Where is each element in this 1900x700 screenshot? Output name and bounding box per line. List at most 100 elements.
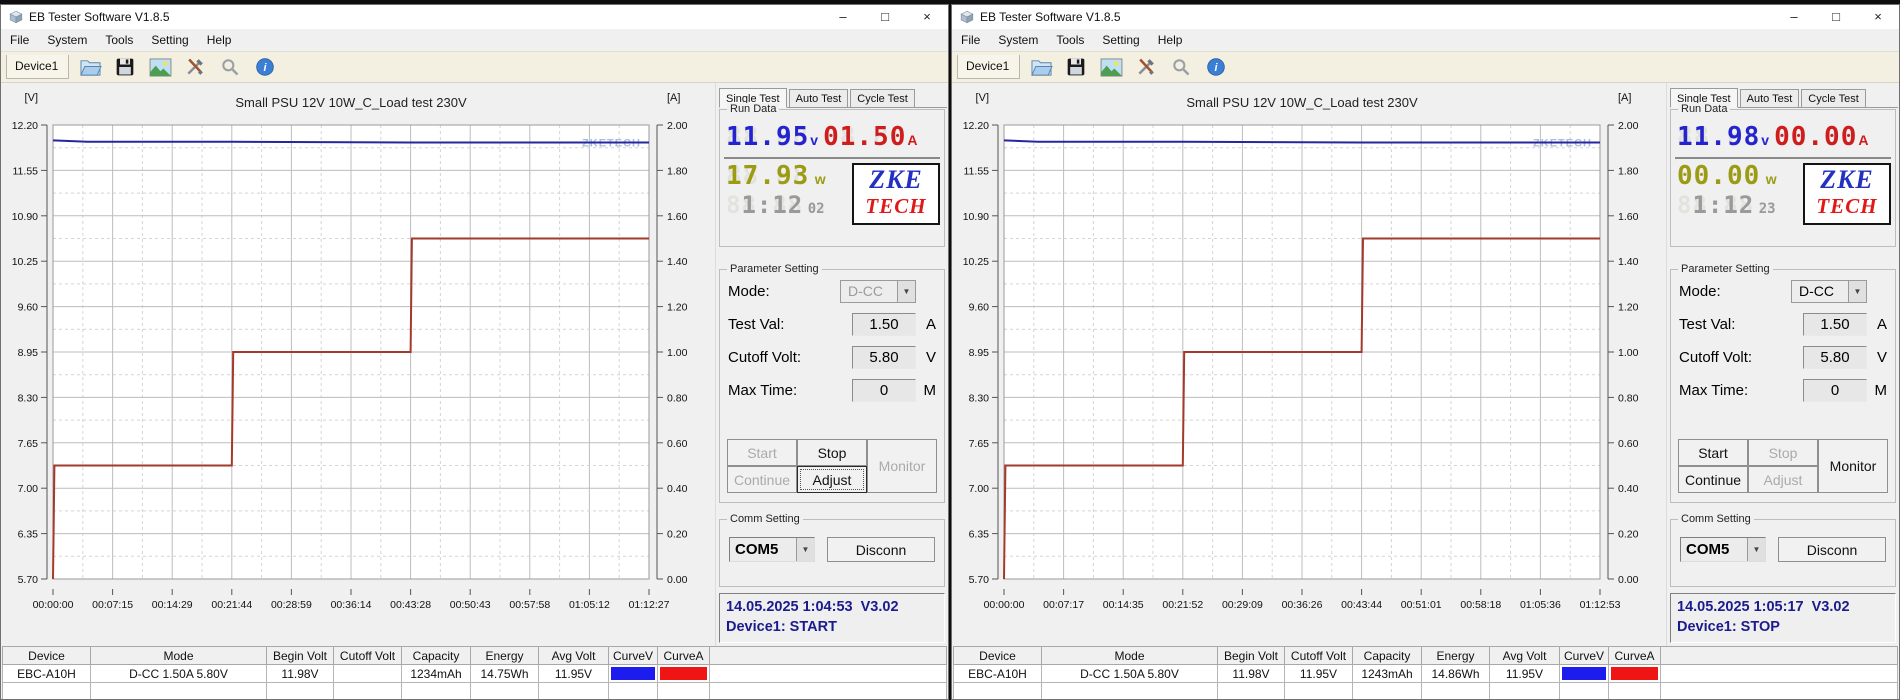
monitor-button[interactable]: Monitor [1818,439,1888,493]
menu-file[interactable]: File [1,30,38,50]
tools-icon[interactable] [1132,54,1160,80]
svg-text:01:12:27: 01:12:27 [629,599,670,611]
tab-auto-test[interactable]: Auto Test [1739,89,1800,107]
tools-icon[interactable] [181,54,209,80]
close-button[interactable]: × [1857,5,1899,29]
close-button[interactable]: × [906,5,948,29]
menu-tools[interactable]: Tools [1047,30,1093,50]
svg-text:1.20: 1.20 [1618,302,1639,314]
svg-text:00:50:43: 00:50:43 [450,599,491,611]
disconnect-button[interactable]: Disconn [827,537,935,562]
device-selector[interactable]: Device1 [957,55,1021,79]
svg-text:9.60: 9.60 [969,302,990,314]
table-row[interactable]: EBC-A10H D-CC 1.50A 5.80V 11.98V 1234mAh… [2,664,947,683]
svg-text:01:05:36: 01:05:36 [1520,599,1561,611]
menu-setting[interactable]: Setting [142,30,197,50]
adjust-button[interactable]: Adjust [797,466,867,493]
cutoff-volt-field[interactable]: 5.80 [1803,346,1867,369]
svg-text:0.80: 0.80 [1618,392,1639,404]
menu-system[interactable]: System [989,30,1047,50]
adjust-button[interactable]: Adjust [1748,466,1818,493]
power-display: 88.88 17.93 [726,161,810,191]
start-button[interactable]: Start [727,439,797,466]
minimize-button[interactable]: – [822,5,864,29]
open-file-icon[interactable] [1027,54,1055,80]
menu-help[interactable]: Help [1149,30,1192,50]
maximize-button[interactable]: □ [864,5,906,29]
image-export-icon[interactable] [1097,54,1125,80]
mode-dropdown[interactable]: D-CC ▼ [840,280,916,303]
table-row-empty [953,682,1898,699]
menu-setting[interactable]: Setting [1093,30,1148,50]
save-icon[interactable] [111,54,139,80]
menu-help[interactable]: Help [198,30,241,50]
tab-cycle-test[interactable]: Cycle Test [1801,89,1866,107]
svg-text:0.60: 0.60 [1618,438,1639,450]
power-display: 88.88 00.00 [1677,161,1761,191]
svg-text:11.55: 11.55 [964,165,990,177]
stop-button[interactable]: Stop [797,439,867,466]
max-time-field[interactable]: 0 [1803,379,1867,402]
svg-text:[A]: [A] [1618,92,1631,104]
test-val-field[interactable]: 1.50 [852,313,916,336]
power-unit: w [1765,171,1777,187]
menu-file[interactable]: File [952,30,989,50]
tab-auto-test[interactable]: Auto Test [788,89,849,107]
window-title: EB Tester Software V1.8.5 [29,10,170,24]
svg-text:12.20: 12.20 [12,120,38,132]
menu-bar: File System Tools Setting Help [1,29,948,51]
cutoff-volt-field[interactable]: 5.80 [852,346,916,369]
save-icon[interactable] [1062,54,1090,80]
table-row[interactable]: EBC-A10H D-CC 1.50A 5.80V 11.98V 11.95V … [953,664,1898,683]
app-window-right: EB Tester Software V1.8.5 – □ × File Sys… [951,4,1900,700]
results-table: Device Mode Begin Volt Cutoff Volt Capacit… [2,646,947,699]
com-port-dropdown[interactable]: COM5 ▼ [729,537,815,562]
test-val-field[interactable]: 1.50 [1803,313,1867,336]
cutoff-volt-unit: V [1876,349,1887,366]
svg-text:7.65: 7.65 [18,438,39,450]
info-icon[interactable]: i [1202,54,1230,80]
status-line-device: Device1: START [726,619,837,635]
mode-label: Mode: [1679,283,1721,300]
test-val-unit: A [1876,316,1887,333]
max-time-field[interactable]: 0 [852,379,916,402]
monitor-button[interactable]: Monitor [867,439,937,493]
maximize-button[interactable]: □ [1815,5,1857,29]
start-button[interactable]: Start [1678,439,1748,466]
max-time-label: Max Time: [1679,382,1749,399]
device-selector[interactable]: Device1 [6,55,70,79]
search-icon[interactable] [216,54,244,80]
mode-dropdown[interactable]: D-CC ▼ [1791,280,1867,303]
image-export-icon[interactable] [146,54,174,80]
current-unit: A [1858,132,1869,148]
menu-tools[interactable]: Tools [96,30,142,50]
svg-text:9.60: 9.60 [18,302,39,314]
table-header-row: Device Mode Begin Volt Cutoff Volt Capacit… [953,646,1898,665]
svg-text:00:51:01: 00:51:01 [1401,599,1442,611]
svg-text:10.25: 10.25 [12,256,38,268]
svg-text:00:14:35: 00:14:35 [1103,599,1144,611]
open-file-icon[interactable] [76,54,104,80]
chart-voltage-current: 00:00:00 00:07:17 00:14:35 00:21:52 00:29:09… [952,83,1666,646]
continue-button[interactable]: Continue [1678,466,1748,493]
com-port-dropdown[interactable]: COM5 ▼ [1680,537,1766,562]
stop-button[interactable]: Stop [1748,439,1818,466]
toolbar: Device1 i [952,51,1899,83]
svg-text:0.20: 0.20 [1618,529,1639,541]
disconnect-button[interactable]: Disconn [1778,537,1886,562]
toolbar: Device1 i [1,51,948,83]
minimize-button[interactable]: – [1773,5,1815,29]
svg-text:8.95: 8.95 [969,347,990,359]
menu-system[interactable]: System [38,30,96,50]
info-icon[interactable]: i [251,54,279,80]
status-line-datetime: 14.05.2025 1:04:53 V3.02 [726,599,899,615]
svg-text:[V]: [V] [25,92,38,104]
curve-v-swatch [1559,664,1609,683]
tab-cycle-test[interactable]: Cycle Test [850,89,915,107]
svg-text:8.30: 8.30 [18,392,39,404]
continue-button[interactable]: Continue [727,466,797,493]
control-panel: Single Test Auto Test Cycle Test Run Dat… [715,83,948,646]
max-time-label: Max Time: [728,382,798,399]
search-icon[interactable] [1167,54,1195,80]
svg-text:0.40: 0.40 [1618,483,1639,495]
